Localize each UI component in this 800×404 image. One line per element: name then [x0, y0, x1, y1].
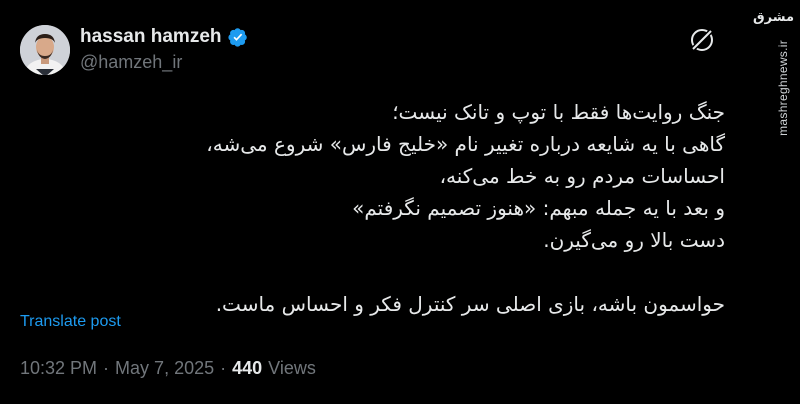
tweet-card: hassan hamzeh @hamzeh_ir جنگ روایت‌ها فق…: [0, 0, 760, 404]
author-name-row: hassan hamzeh: [80, 26, 248, 48]
x-logo-icon[interactable]: [682, 20, 722, 60]
verified-badge-icon: [227, 27, 248, 47]
watermark-strip: مشرق mashreghnews.ir: [753, 0, 800, 404]
watermark-url: mashreghnews.ir: [776, 40, 790, 136]
tweet-time[interactable]: 10:32 PM: [20, 358, 97, 379]
meta-separator: ·: [220, 358, 227, 378]
author-name[interactable]: hassan hamzeh: [80, 26, 222, 48]
avatar[interactable]: [20, 25, 70, 75]
mashregh-logo: مشرق: [753, 10, 794, 25]
avatar-image: [20, 25, 70, 75]
views-label: Views: [268, 358, 316, 378]
tweet-meta: 10:32 PM · May 7, 2025 · 440 Views: [20, 358, 316, 379]
translate-post-link[interactable]: Translate post: [20, 313, 121, 331]
tweet-text: جنگ روایت‌ها فقط با توپ و تانک نیست؛ گاه…: [206, 100, 725, 316]
tweet-date[interactable]: May 7, 2025: [115, 358, 214, 379]
meta-separator: ·: [103, 358, 110, 378]
views-count: 440: [232, 358, 263, 378]
author-handle[interactable]: @hamzeh_ir: [80, 52, 182, 73]
